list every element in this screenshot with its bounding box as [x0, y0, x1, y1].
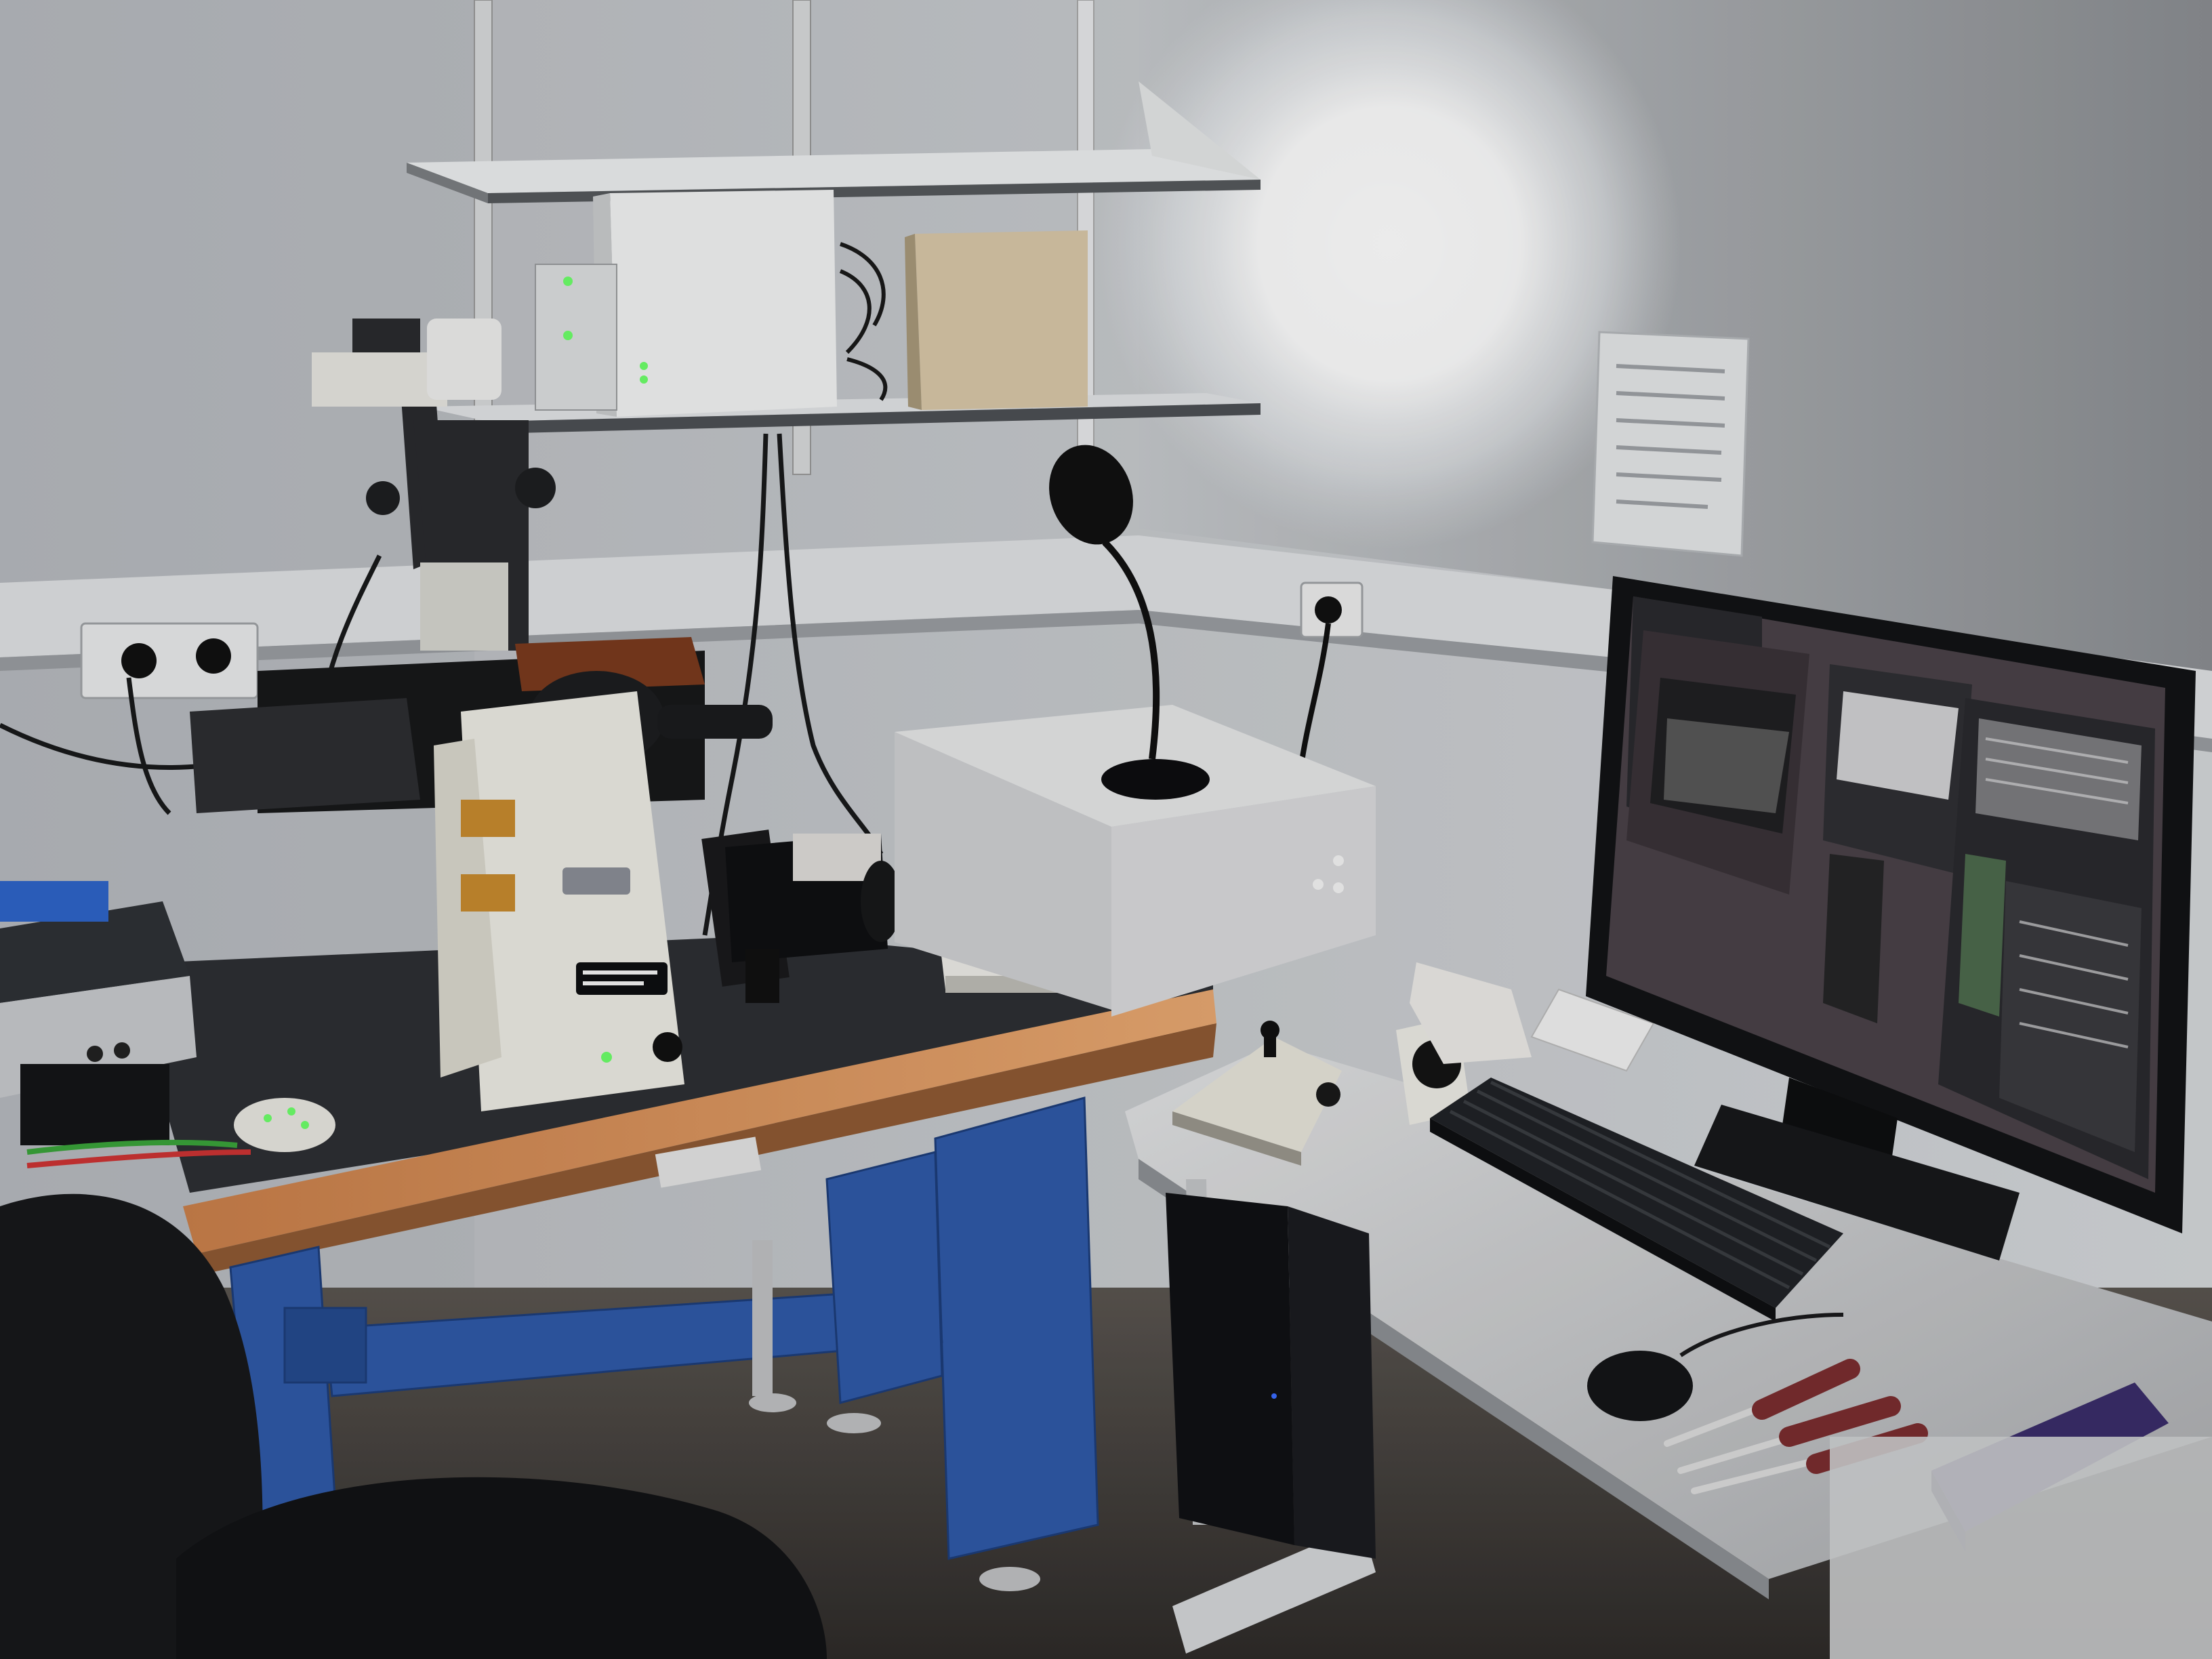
lab-photo	[0, 0, 2212, 1659]
photo-canvas	[0, 0, 2212, 1659]
vignette	[0, 0, 2212, 1659]
